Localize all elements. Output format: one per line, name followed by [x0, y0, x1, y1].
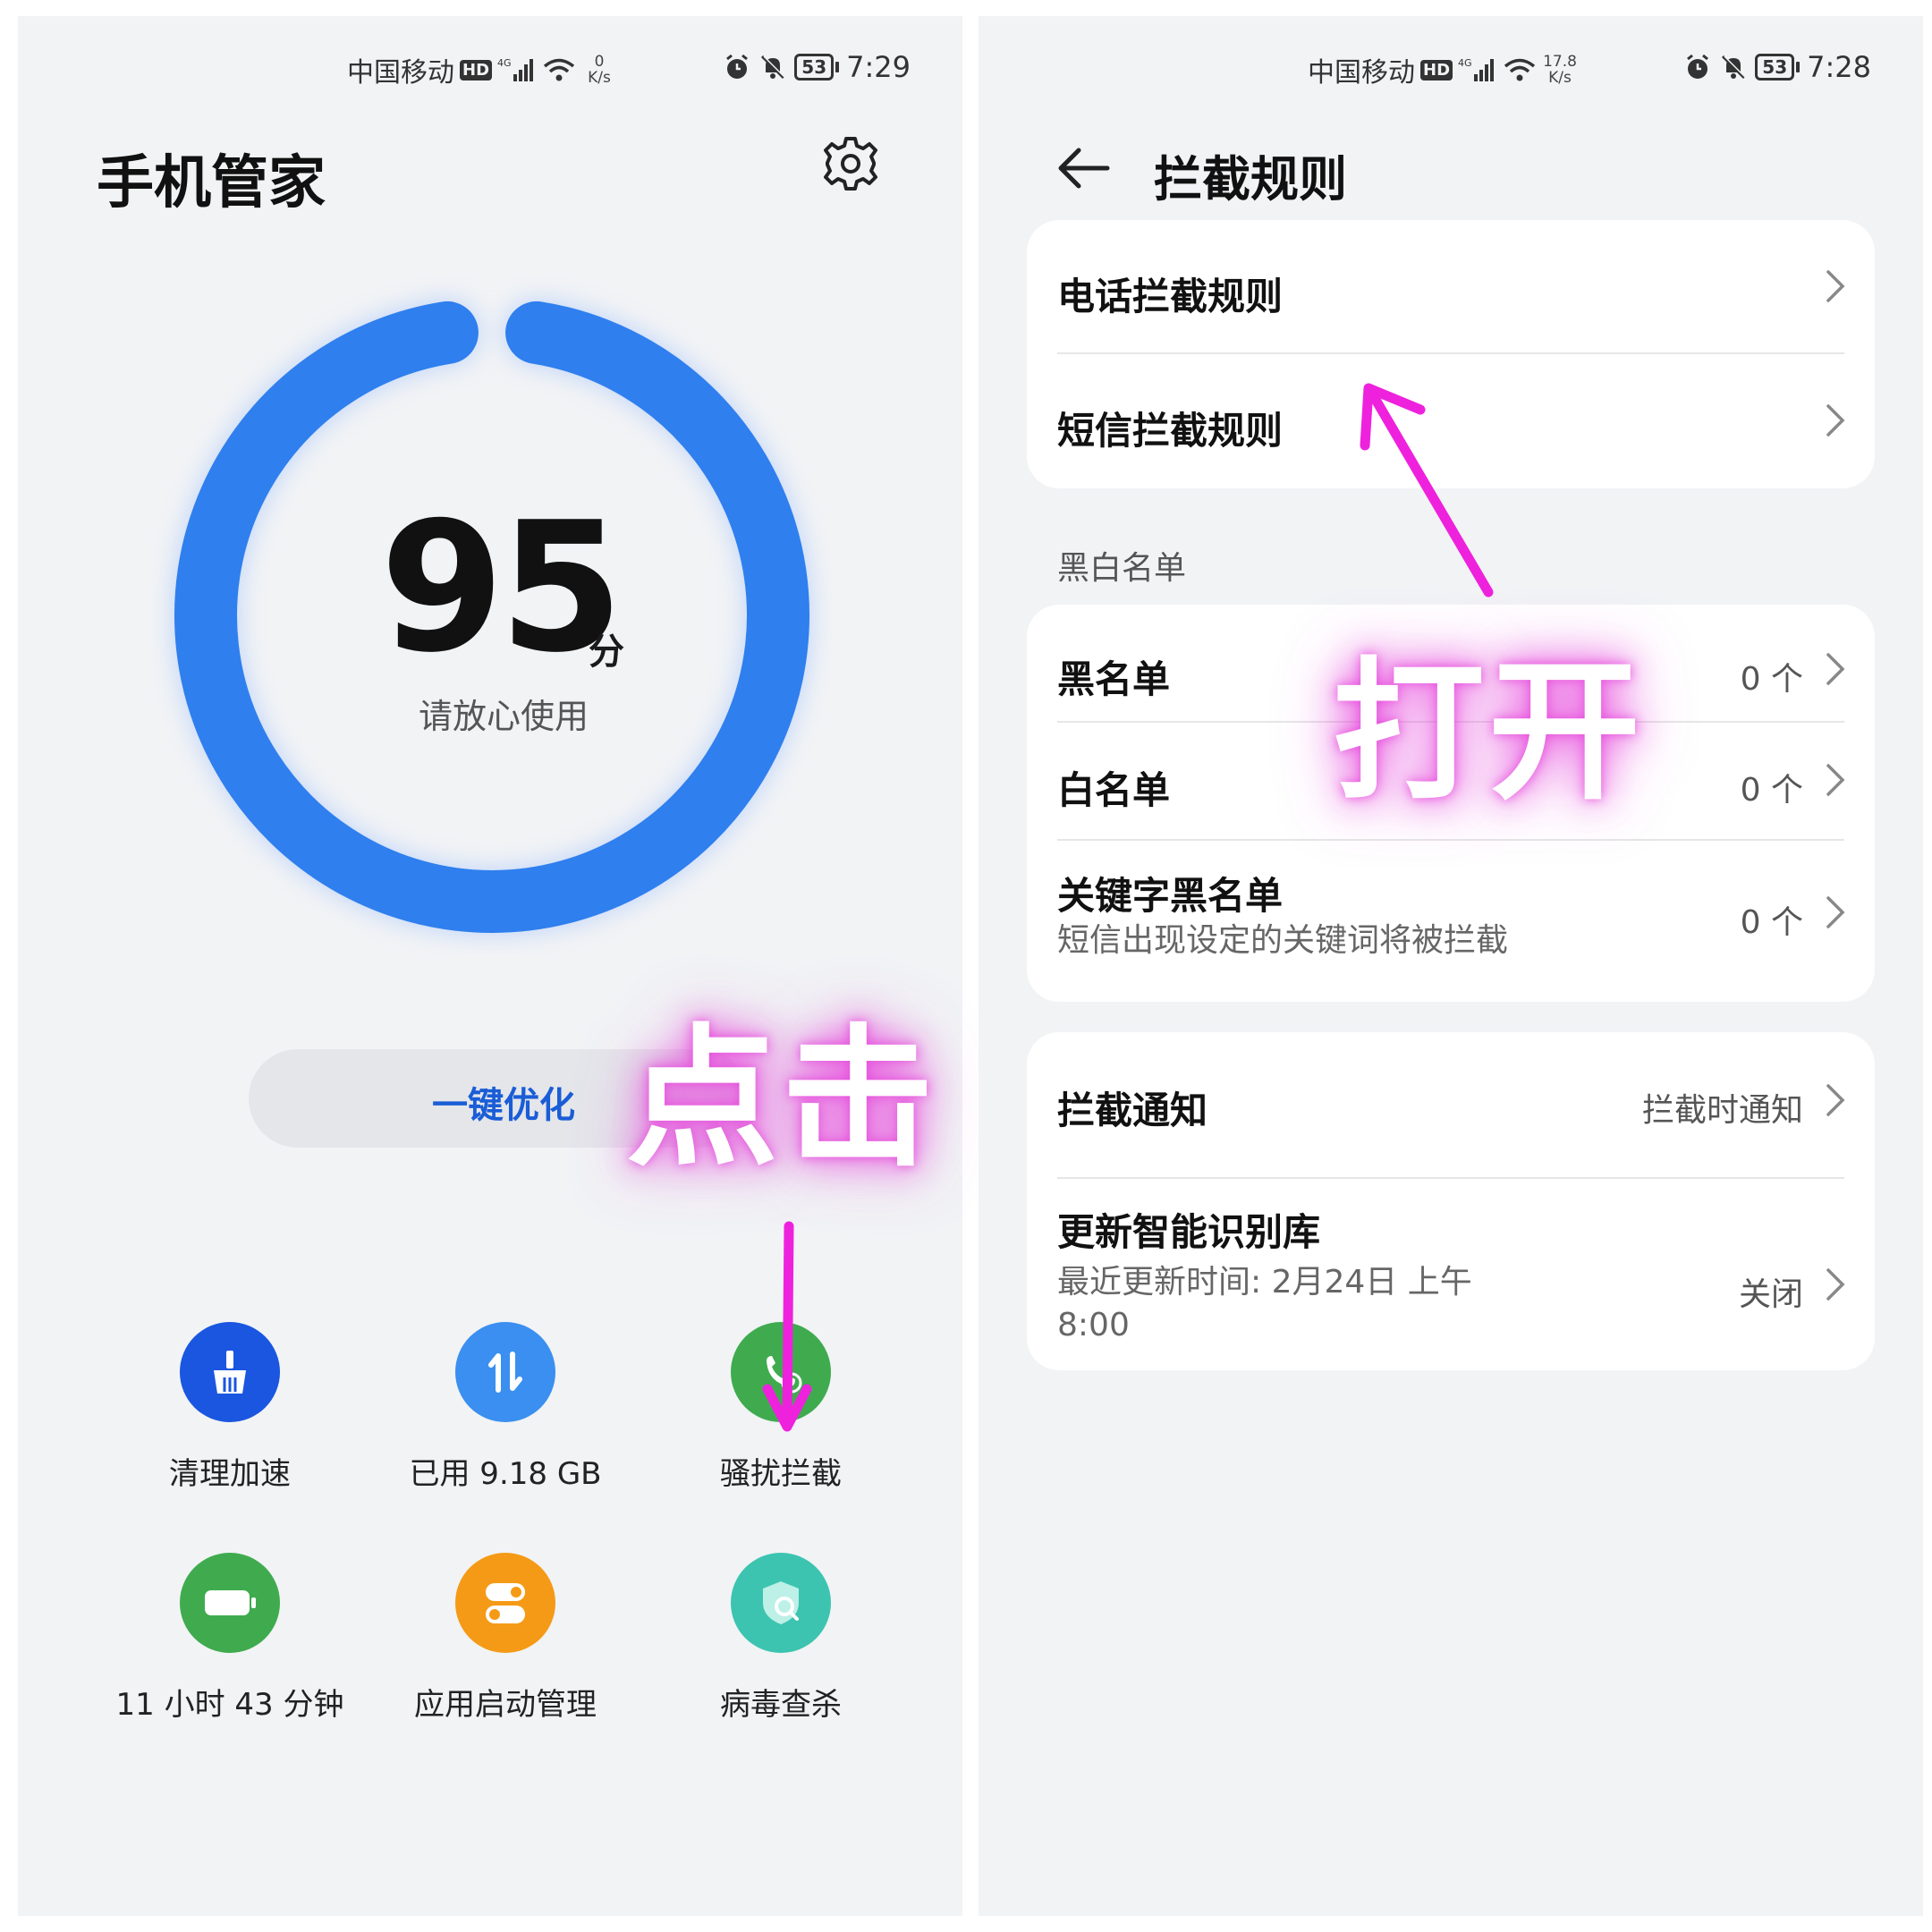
row-value: 0 个	[1740, 904, 1803, 941]
alarm-icon	[726, 54, 749, 79]
update-smart-library-item[interactable]: 更新智能识别库 最近更新时间: 2月24日 上午 8:00 关闭	[1027, 1179, 1875, 1370]
network-speed: 0 K/s	[588, 53, 611, 87]
row-value: 0 个	[1740, 772, 1803, 809]
annotation-open-label: 打开	[1333, 644, 1645, 821]
optimize-label: 一键优化	[432, 1086, 575, 1125]
chevron-right-icon	[1826, 404, 1845, 436]
annotation-arrow-down	[762, 1221, 812, 1432]
row-value: 拦截时通知	[1641, 1092, 1803, 1129]
status-bar: 中国移动 HD 4G 17.8 K/s 53 7:28	[979, 41, 1923, 95]
shield-search-icon	[731, 1553, 831, 1653]
chevron-right-icon	[1826, 1084, 1845, 1116]
network-type: 4G	[1458, 57, 1472, 69]
row-title: 短信拦截规则	[1057, 409, 1284, 453]
status-bar: 中国移动 HD 4G 0 K/s 53 7:29	[18, 41, 962, 95]
row-title: 关键字黑名单	[1057, 874, 1284, 918]
health-score-unit: 分	[589, 631, 624, 673]
toggle-switch-icon	[455, 1553, 555, 1653]
annotation-arrow-up	[1360, 383, 1494, 597]
row-title: 拦截通知	[1057, 1089, 1208, 1132]
row-title: 电话拦截规则	[1057, 275, 1284, 318]
network-speed: 17.8 K/s	[1543, 53, 1577, 87]
section-label-blackwhite-list: 黑白名单	[1057, 550, 1187, 587]
tool-label: 病毒查杀	[720, 1687, 842, 1723]
row-title: 更新智能识别库	[1057, 1210, 1321, 1254]
chevron-right-icon	[1826, 653, 1845, 685]
wifi-icon	[543, 58, 575, 81]
tool-label: 应用启动管理	[414, 1687, 597, 1723]
alarm-icon	[1687, 54, 1709, 79]
tool-label: 已用 9.18 GB	[409, 1456, 602, 1492]
network-type: 4G	[497, 57, 512, 69]
clock: 7:28	[1807, 50, 1871, 84]
row-title: 黑名单	[1057, 657, 1171, 701]
carrier-name: 中国移动	[347, 57, 454, 89]
battery-indicator: 53	[1755, 54, 1801, 80]
health-score-value: 95	[379, 484, 623, 692]
row-value: 0 个	[1740, 661, 1803, 698]
tool-label: 骚扰拦截	[720, 1456, 842, 1492]
notify-card: 拦截通知 拦截时通知 更新智能识别库 最近更新时间: 2月24日 上午 8:00…	[1027, 1032, 1875, 1370]
clock: 7:29	[846, 50, 911, 84]
keyword-blacklist-item[interactable]: 关键字黑名单 短信出现设定的关键词将被拦截 0 个	[1027, 841, 1875, 1002]
annotation-click-label: 点击	[626, 1011, 938, 1188]
battery-indicator: 53	[794, 54, 840, 80]
row-subtitle: 短信出现设定的关键词将被拦截	[1057, 922, 1509, 959]
tool-label: 11 小时 43 分钟	[115, 1687, 344, 1723]
row-subtitle: 最近更新时间: 2月24日 上午 8:00	[1057, 1264, 1472, 1343]
phone-manager-screen: 中国移动 HD 4G 0 K/s 53 7:29 手机管家 95 分 请放心使用…	[18, 16, 962, 1916]
wifi-icon	[1504, 58, 1536, 81]
chevron-right-icon	[1826, 764, 1845, 796]
broom-icon	[180, 1322, 280, 1422]
signal-icon: 4G	[1458, 57, 1495, 81]
tool-label: 清理加速	[169, 1456, 291, 1492]
chevron-right-icon	[1826, 1268, 1845, 1301]
block-notification-item[interactable]: 拦截通知 拦截时通知	[1027, 1032, 1875, 1165]
back-arrow-icon[interactable]	[1055, 140, 1113, 197]
tool-virus-scan[interactable]: 病毒查杀	[647, 1553, 915, 1724]
row-title: 白名单	[1057, 768, 1171, 812]
hd-badge: HD	[1420, 59, 1453, 80]
call-block-rules-item[interactable]: 电话拦截规则	[1027, 220, 1875, 352]
storage-arrows-icon	[455, 1322, 555, 1422]
signal-icon: 4G	[497, 57, 534, 81]
row-value: 关闭	[1738, 1276, 1803, 1313]
app-title: 手机管家	[97, 150, 326, 216]
health-score-subtitle: 请放心使用	[418, 697, 589, 736]
tool-app-launch[interactable]: 应用启动管理	[371, 1553, 640, 1724]
tool-storage[interactable]: 已用 9.18 GB	[371, 1322, 640, 1493]
mute-bell-icon	[761, 55, 786, 80]
page-title: 拦截规则	[1154, 151, 1347, 208]
chevron-right-icon	[1826, 270, 1845, 302]
tool-cleanup[interactable]: 清理加速	[96, 1322, 364, 1493]
battery-icon	[180, 1553, 280, 1653]
settings-gear-icon[interactable]	[821, 134, 880, 193]
mute-bell-icon	[1722, 55, 1747, 80]
tool-battery[interactable]: 11 小时 43 分钟	[96, 1553, 364, 1724]
chevron-right-icon	[1826, 896, 1845, 928]
block-rules-screen: 中国移动 HD 4G 17.8 K/s 53 7:28 拦截规则 电话拦截规则 …	[979, 16, 1923, 1916]
carrier-name: 中国移动	[1308, 57, 1415, 89]
hd-badge: HD	[460, 59, 493, 80]
